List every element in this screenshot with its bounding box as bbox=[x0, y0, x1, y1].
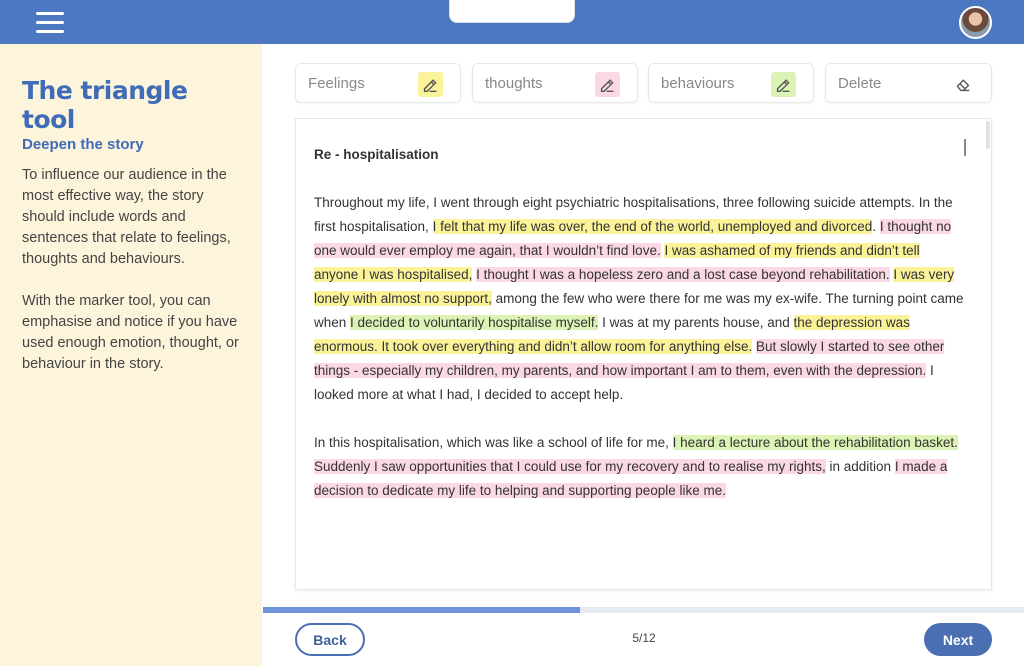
text-segment[interactable]: In this hospitalisation, which was like … bbox=[314, 435, 673, 450]
progress-fill bbox=[263, 607, 581, 613]
story-document[interactable]: Re - hospitalisation Throughout my life,… bbox=[314, 143, 964, 527]
instructions-paragraph-1: To influence our audience in the most ef… bbox=[22, 167, 231, 267]
behaviours-label: behaviours bbox=[661, 75, 735, 92]
instructions-sidebar: The triangle tool Deepen the story To in… bbox=[0, 44, 262, 666]
eraser-icon bbox=[950, 72, 975, 97]
highlighted-segment[interactable]: I decided to voluntarily hospitalise mys… bbox=[350, 315, 599, 330]
marker-toolbar: Feelings thoughts behaviours Delete bbox=[295, 63, 992, 103]
story-paragraph-2[interactable]: In this hospitalisation, which was like … bbox=[314, 431, 964, 503]
delete-label: Delete bbox=[838, 75, 882, 92]
text-segment[interactable]: . bbox=[872, 219, 880, 234]
thoughts-marker-button[interactable]: thoughts bbox=[472, 63, 638, 103]
page-indicator: 5/12 bbox=[632, 631, 656, 645]
editor-scrollbar[interactable] bbox=[986, 121, 990, 149]
marker-pen-icon bbox=[771, 72, 796, 97]
page-title: The triangle tool bbox=[22, 76, 188, 134]
text-caret bbox=[964, 139, 966, 156]
delete-marker-button[interactable]: Delete bbox=[825, 63, 992, 103]
top-tab[interactable] bbox=[449, 0, 575, 23]
hamburger-menu-icon[interactable] bbox=[36, 12, 64, 34]
progress-bar bbox=[263, 607, 1024, 613]
instructions-paragraph-2: With the marker tool, you can emphasise … bbox=[22, 293, 239, 372]
highlighted-segment[interactable]: I heard a lecture about the rehabilitati… bbox=[672, 435, 958, 450]
feelings-label: Feelings bbox=[308, 75, 365, 92]
behaviours-marker-button[interactable]: behaviours bbox=[648, 63, 814, 103]
marker-pen-icon bbox=[595, 72, 620, 97]
highlighted-segment[interactable]: I thought I was a hopeless zero and a lo… bbox=[476, 267, 890, 282]
text-segment[interactable]: in addition bbox=[826, 459, 895, 474]
highlighted-segment[interactable]: Suddenly I saw opportunities that I coul… bbox=[314, 459, 826, 474]
story-paragraph-1[interactable]: Throughout my life, I went through eight… bbox=[314, 191, 964, 407]
top-bar bbox=[0, 0, 1024, 44]
page-subtitle: Deepen the story bbox=[22, 136, 144, 153]
thoughts-label: thoughts bbox=[485, 75, 543, 92]
highlighted-segment[interactable]: I felt that my life was over, the end of… bbox=[432, 219, 873, 234]
story-editor[interactable]: Re - hospitalisation Throughout my life,… bbox=[295, 118, 992, 590]
marker-pen-icon bbox=[418, 72, 443, 97]
text-segment[interactable]: I was at my parents house, and bbox=[598, 315, 793, 330]
user-avatar[interactable] bbox=[959, 6, 992, 39]
story-title: Re - hospitalisation bbox=[314, 147, 439, 162]
back-button[interactable]: Back bbox=[295, 623, 365, 656]
next-button[interactable]: Next bbox=[924, 623, 992, 656]
feelings-marker-button[interactable]: Feelings bbox=[295, 63, 461, 103]
